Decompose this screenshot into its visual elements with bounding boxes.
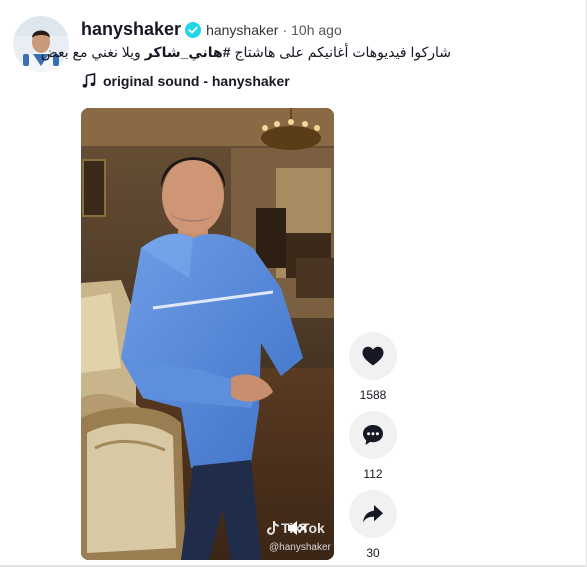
mute-icon[interactable] xyxy=(287,520,309,536)
music-link[interactable]: original sound - hanyshaker xyxy=(81,73,290,89)
video-frame xyxy=(81,108,334,560)
like-button[interactable] xyxy=(349,332,397,380)
share-button[interactable] xyxy=(349,490,397,538)
tiktok-logo-icon xyxy=(267,521,279,535)
caption-hashtag[interactable]: #هاني_شاكر xyxy=(145,44,231,60)
author-line: hanyshaker hanyshaker · 10h ago xyxy=(81,19,342,40)
comment-button[interactable] xyxy=(349,411,397,459)
comment-count: 112 xyxy=(363,467,383,481)
post-caption: شاركوا فيديوهات أغانيكم على هاشتاج #هاني… xyxy=(41,44,451,61)
post-time: 10h ago xyxy=(291,21,342,38)
meta-separator: · xyxy=(282,21,288,38)
video-player[interactable]: TikTok @hanyshaker xyxy=(81,108,334,560)
like-action: 1588 xyxy=(349,332,397,402)
share-icon xyxy=(363,505,383,523)
like-count: 1588 xyxy=(359,388,387,402)
share-action: 30 xyxy=(349,490,397,560)
watermark-handle: @hanyshaker xyxy=(269,542,331,553)
caption-text-start: شاركوا فيديوهات أغانيكم على هاشتاج xyxy=(230,44,451,60)
heart-icon xyxy=(362,346,384,366)
share-count: 30 xyxy=(366,546,380,560)
music-note-icon xyxy=(81,73,97,89)
comment-icon xyxy=(363,425,383,445)
caption-text-end: ويلا نغني مع بعض xyxy=(40,44,145,60)
music-title: original sound - hanyshaker xyxy=(103,73,290,89)
verified-badge-icon xyxy=(185,21,202,38)
comment-action: 112 xyxy=(349,411,397,481)
author-username[interactable]: hanyshaker xyxy=(81,19,181,40)
author-nickname[interactable]: hanyshaker xyxy=(206,22,278,38)
